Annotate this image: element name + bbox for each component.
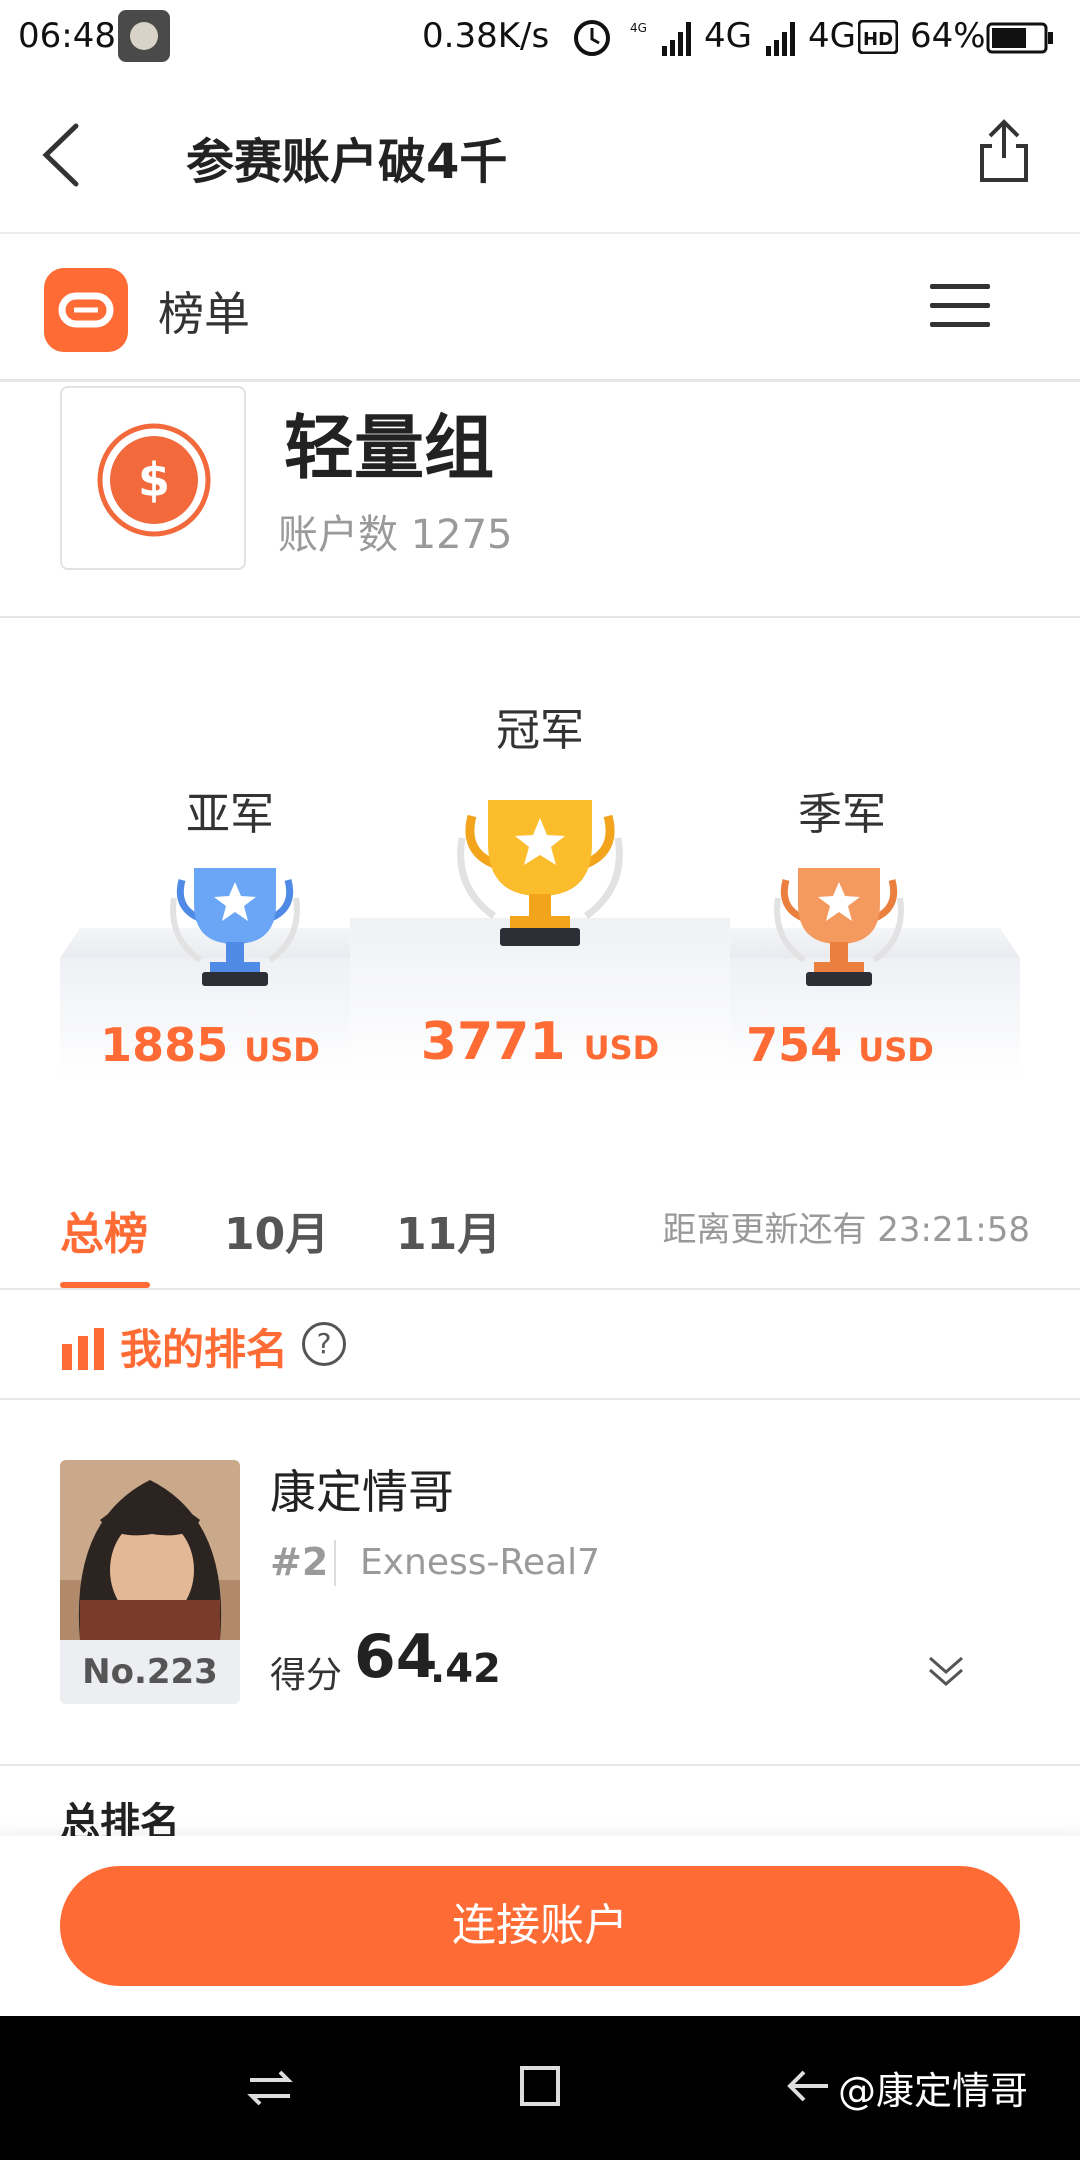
network-type-1: 4G [704, 16, 752, 56]
svg-text:HD: HD [863, 29, 893, 50]
share-icon[interactable] [974, 118, 1034, 184]
chevron-down-icon[interactable] [926, 1654, 966, 1688]
status-time: 06:48 [18, 16, 116, 56]
gold-trophy-icon [457, 800, 623, 946]
tab-october[interactable]: 10月 [224, 1198, 329, 1262]
network-type-2: 4G [808, 16, 856, 56]
score-integer: 64 [354, 1622, 438, 1692]
alarm-icon [574, 20, 610, 56]
app-logo-icon [44, 268, 128, 352]
first-prize: 3771 USD [410, 1012, 670, 1072]
page-title: 参赛账户破4千 [186, 134, 508, 190]
recent-apps-icon[interactable] [244, 2062, 296, 2114]
bar-chart-icon [62, 1328, 104, 1370]
prize-podium: 亚军 冠军 季军 1885 USD 3771 USD 754 USD [0, 618, 1080, 1138]
svg-text:$: $ [138, 453, 170, 507]
rank-number: No.223 [60, 1640, 240, 1704]
account-name: Exness-Real7 [360, 1542, 601, 1583]
second-prize: 1885 USD [90, 1018, 330, 1072]
back-nav-icon[interactable] [784, 2062, 836, 2114]
dollar-icon: $ [97, 423, 211, 537]
third-prize-unit: USD [858, 1031, 934, 1069]
score-decimal: .42 [430, 1646, 501, 1692]
period-tabs: 总榜 10月 11月 距离更新还有 23:21:58 [0, 1138, 1080, 1290]
signal-icon-2 [766, 22, 795, 56]
bottom-action-bar: 连接账户 [0, 1836, 1080, 2016]
second-place-label: 亚军 [186, 789, 274, 840]
app-notification-icon [118, 10, 170, 62]
home-icon[interactable] [516, 2060, 564, 2112]
third-prize-amount: 754 [746, 1018, 843, 1072]
group-header: $ 轻量组 账户数 1275 [0, 382, 1080, 618]
first-place-label: 冠军 [496, 705, 584, 756]
menu-icon[interactable] [930, 284, 994, 334]
brand-bar: 榜单 [0, 234, 1080, 382]
brand-name: 榜单 [158, 287, 250, 341]
third-place-label: 季军 [798, 789, 886, 840]
divider [334, 1540, 336, 1586]
connect-account-button[interactable]: 连接账户 [60, 1866, 1020, 1986]
hd-icon: HD [858, 20, 898, 54]
group-icon-box: $ [60, 386, 246, 570]
signal-icon-1: 4G [630, 21, 691, 56]
battery-percent: 64% [910, 16, 986, 56]
my-rank-header: 我的排名 ? [0, 1290, 1080, 1400]
system-navigation-bar: @康定情哥 [0, 2016, 1080, 2160]
third-prize: 754 USD [720, 1018, 960, 1072]
battery-icon [986, 22, 1053, 54]
status-bar: 06:48 0.38K/s 4G 4G 4G HD 64% [0, 0, 1080, 76]
svg-text:4G: 4G [630, 21, 647, 35]
back-arrow-icon[interactable] [36, 120, 86, 190]
update-countdown: 距离更新还有 23:21:58 [662, 1210, 1030, 1250]
my-rank-title: 我的排名 [120, 1325, 289, 1374]
account-count: 账户数 1275 [278, 512, 513, 558]
user-name: 康定情哥 [270, 1465, 454, 1519]
tab-overall[interactable]: 总榜 [60, 1198, 148, 1262]
avatar [60, 1460, 240, 1640]
second-prize-amount: 1885 [100, 1018, 229, 1072]
second-prize-unit: USD [244, 1031, 320, 1069]
first-prize-amount: 3771 [420, 1012, 566, 1072]
watermark: @康定情哥 [838, 2069, 1029, 2113]
tab-november[interactable]: 11月 [396, 1198, 501, 1262]
top-navigation-bar: 参赛账户破4千 [0, 76, 1080, 234]
active-tab-indicator [60, 1282, 150, 1288]
user-place: #2 [270, 1540, 329, 1584]
score-label: 得分 [270, 1655, 343, 1696]
silver-trophy-icon [170, 868, 300, 986]
group-name: 轻量组 [284, 407, 494, 489]
first-prize-unit: USD [583, 1029, 660, 1067]
help-icon[interactable]: ? [302, 1322, 346, 1366]
network-speed: 0.38K/s [422, 16, 550, 56]
bronze-trophy-icon [774, 868, 904, 986]
user-rank-card[interactable]: No.223 康定情哥 #2 Exness-Real7 得分 64 .42 [0, 1400, 1080, 1766]
